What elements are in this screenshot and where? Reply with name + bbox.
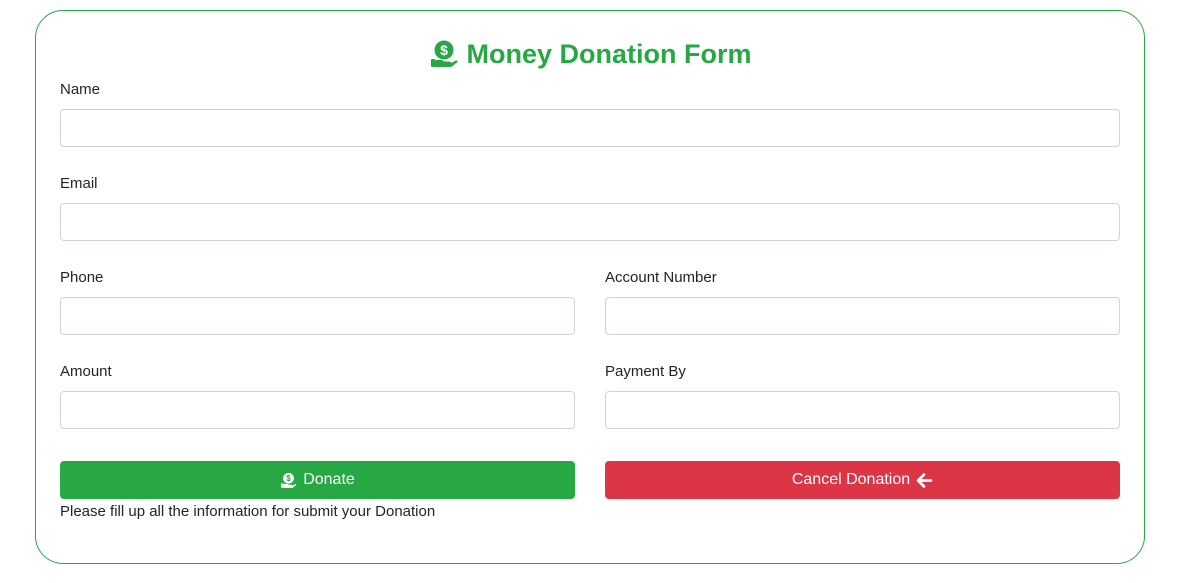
account-number-label: Account Number [605,269,717,286]
email-label: Email [60,175,98,192]
form-title: $ Money Donation Form [36,35,1144,73]
donate-button[interactable]: $ Donate [60,461,575,499]
donation-form-card: $ Money Donation Form Name Email Phone A… [35,10,1145,564]
payment-by-field[interactable] [605,391,1120,429]
name-field[interactable] [60,109,1120,147]
payment-by-label: Payment By [605,363,686,380]
hand-holding-dollar-icon: $ [280,472,297,489]
name-label: Name [60,81,101,98]
helper-text: Please fill up all the information for s… [60,503,436,520]
amount-field[interactable] [60,391,575,429]
account-number-field[interactable] [605,297,1120,335]
arrow-left-icon [916,472,933,489]
svg-text:$: $ [440,42,448,58]
amount-label: Amount [60,363,112,380]
cancel-donation-button[interactable]: Cancel Donation [605,461,1120,499]
phone-field[interactable] [60,297,575,335]
hand-holding-dollar-icon: $ [429,39,459,69]
cancel-button-label: Cancel Donation [791,471,911,488]
svg-text:$: $ [287,474,292,483]
donate-button-label: Donate [303,471,355,488]
form-title-text: Money Donation Form [466,38,752,69]
email-field[interactable] [60,203,1120,241]
phone-label: Phone [60,269,104,286]
